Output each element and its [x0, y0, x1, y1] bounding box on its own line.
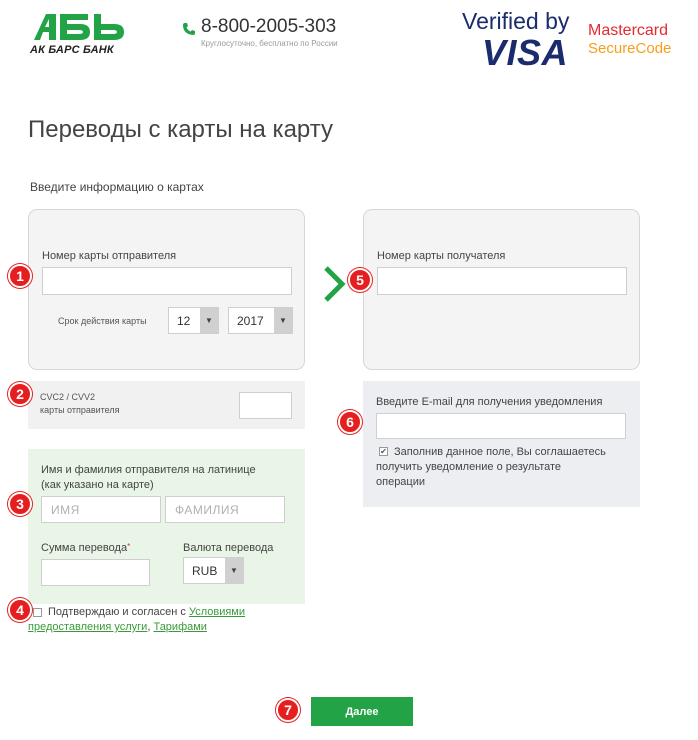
currency-value: RUB [192, 563, 218, 578]
conditions-link-part1[interactable]: Условиями [189, 606, 245, 618]
currency-select[interactable]: RUB ▼ [183, 557, 244, 584]
cvc-panel: CVC2 / CVV2 карты отправителя [28, 381, 305, 429]
expiry-month-select[interactable]: 12 ▼ [168, 307, 219, 334]
tariffs-link[interactable]: Тарифами [153, 621, 206, 633]
step-badge-2: 2 [8, 382, 32, 406]
currency-label: Валюта перевода [183, 542, 274, 554]
email-consent-line2: получить уведомление о результате [376, 461, 562, 473]
step-badge-3: 3 [8, 492, 32, 516]
expiry-label: Срок действия карты [58, 316, 147, 326]
phone-note: Круглосуточно, бесплатно по России [201, 39, 338, 48]
cvc-input[interactable] [239, 392, 292, 419]
agreement-line1: Подтверждаю и согласен с Условиями [48, 606, 245, 618]
recipient-card-label: Номер карты получателя [377, 250, 506, 262]
bank-logo-mark [34, 14, 124, 40]
chevron-down-icon: ▼ [274, 308, 292, 333]
last-name-input[interactable]: ФАМИЛИЯ [165, 496, 285, 523]
name-label-line2: (как указано на карте) [41, 479, 154, 491]
bank-logo[interactable]: АК БАРС БАНК [30, 12, 140, 60]
next-button[interactable]: Далее [311, 697, 413, 726]
first-name-input[interactable]: ИМЯ [41, 496, 161, 523]
step-badge-7: 7 [276, 698, 300, 722]
amount-label: Сумма перевода* [41, 542, 130, 554]
page-title: Переводы с карты на карту [28, 116, 334, 143]
agreement-line2: предоставления услуги, Тарифами [28, 621, 207, 633]
email-panel: Введите E-mail для получения уведомления… [363, 381, 640, 507]
step-badge-1: 1 [8, 264, 32, 288]
required-mark: * [127, 542, 131, 551]
name-label-line1: Имя и фамилия отправителя на латинице [41, 464, 256, 476]
section-label: Введите информацию о картах [30, 180, 204, 194]
step-badge-5: 5 [348, 268, 372, 292]
agreement-checkbox[interactable] [33, 608, 42, 617]
bank-name: АК БАРС БАНК [30, 44, 114, 56]
verified-by-visa-caption: Verified by [462, 8, 570, 34]
chevron-down-icon: ▼ [200, 308, 218, 333]
sender-card-label: Номер карты отправителя [42, 250, 177, 262]
mastercard-logo-top: Mastercard [588, 22, 669, 39]
email-input[interactable] [376, 413, 626, 439]
email-label: Введите E-mail для получения уведомления [376, 396, 603, 408]
chevron-right-icon [324, 266, 346, 302]
recipient-card-panel: Номер карты получателя [363, 209, 640, 370]
phone-icon [183, 23, 195, 35]
conditions-link-part2[interactable]: предоставления услуги [28, 621, 147, 633]
mastercard-logo-bottom: SecureCode [588, 40, 672, 57]
cvc-label-line2: карты отправителя [40, 405, 120, 415]
cvc-label-line1: CVC2 / CVV2 [40, 392, 96, 402]
amount-label-text: Сумма перевода [41, 542, 128, 554]
email-consent-checkbox[interactable]: ✔ [379, 447, 388, 456]
amount-input[interactable] [41, 559, 150, 586]
expiry-year-value: 2017 [237, 313, 264, 328]
visa-logo: VISA [482, 32, 569, 73]
agreement-text: Подтверждаю и согласен с [48, 606, 189, 618]
expiry-month-value: 12 [177, 313, 191, 328]
chevron-down-icon: ▼ [225, 558, 243, 583]
expiry-year-select[interactable]: 2017 ▼ [228, 307, 293, 334]
step-badge-4: 4 [8, 598, 32, 622]
phone-number: 8-800-2005-303 [201, 16, 337, 37]
step-badge-6: 6 [338, 410, 362, 434]
sender-card-input[interactable] [42, 267, 292, 295]
recipient-card-input[interactable] [377, 267, 627, 295]
email-consent-line3: операции [376, 476, 426, 488]
sender-name-panel: Имя и фамилия отправителя на латинице (к… [28, 449, 305, 604]
email-consent-line1: Заполнив данное поле, Вы соглашаетесь [394, 446, 606, 458]
sender-card-panel: Номер карты отправителя Срок действия ка… [28, 209, 305, 370]
